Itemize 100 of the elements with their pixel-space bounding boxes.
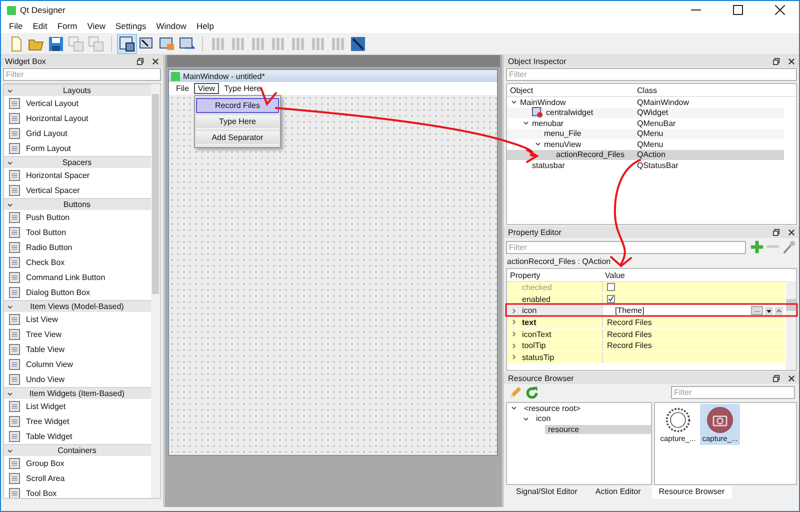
widget-item[interactable]: Column View [26,360,73,369]
widget-item[interactable]: Horizontal Layout [26,114,88,123]
chevron-icon[interactable] [523,416,529,422]
category-header[interactable]: Item Widgets (Item-Based) [4,387,151,399]
scrollbar[interactable] [786,281,796,370]
tab[interactable]: Resource Browser [652,486,732,499]
widget-item[interactable]: List View [26,315,58,324]
widget-icon [9,473,20,484]
reload-icon[interactable] [525,386,539,400]
widget-item[interactable]: Table View [26,345,65,354]
widget-item[interactable]: Tool Button [26,228,66,237]
category-header[interactable]: Containers [4,444,151,456]
object-name[interactable]: actionRecord_Files [556,150,624,160]
widget-item[interactable]: Table Widget [26,432,72,441]
chevron-icon[interactable] [511,405,517,412]
close-icon[interactable] [775,5,785,15]
chevron-icon[interactable] [511,319,517,326]
menu-item[interactable]: Add Separator [196,130,279,145]
property-value[interactable]: [Theme] [607,306,644,316]
filter-field[interactable]: Filter [3,68,161,81]
tab[interactable]: Action Editor [588,486,648,499]
tree-item[interactable]: icon [533,414,554,424]
category-header[interactable]: Buttons [4,198,151,210]
object-name[interactable]: menuView [544,140,582,149]
undock-icon[interactable] [137,58,144,64]
widget-item[interactable]: Horizontal Spacer [26,171,90,180]
maximize-icon[interactable] [733,5,743,15]
menu-item[interactable]: Window [151,21,192,31]
category-header[interactable]: Layouts [4,84,151,96]
tab[interactable]: Signal/Slot Editor [509,486,584,499]
object-name[interactable]: MainWindow [520,98,566,107]
menu-item[interactable]: Record Files [196,98,279,113]
chevron-icon[interactable] [511,342,517,349]
menu-item[interactable]: Form [52,21,82,31]
widget-icon [9,416,20,427]
menu-item[interactable]: View [82,21,110,31]
chevron-icon[interactable] [511,331,517,338]
widget-item[interactable]: Push Button [26,213,70,222]
menu-item[interactable]: Help [191,21,219,31]
widget-editing-icon[interactable] [118,34,136,52]
widget-item[interactable]: Tree View [26,330,62,339]
widget-item[interactable]: Scroll Area [26,474,65,483]
menu-item[interactable]: View [194,83,220,94]
property-value[interactable]: Record Files [607,330,652,339]
filter-field[interactable]: Filter [506,240,746,254]
widget-item[interactable]: Form Layout [26,144,71,153]
widget-item[interactable]: Vertical Layout [26,99,78,108]
dropdown-arrow-icon[interactable] [765,306,773,315]
close-icon[interactable] [788,58,795,64]
widget-item[interactable]: List Widget [26,402,66,411]
column-header[interactable]: Property [507,270,602,280]
menu-item[interactable]: File [4,21,28,31]
wrench-icon[interactable] [782,240,796,254]
column-header[interactable]: Value [602,270,625,280]
filter-field[interactable]: Filter [506,68,797,81]
object-name[interactable]: centralwidget [546,108,594,118]
widget-item[interactable]: Tool Box [26,489,57,498]
checkbox[interactable] [607,295,615,304]
close-icon[interactable] [788,228,795,236]
tree-item[interactable]: resource [545,424,651,434]
column-header[interactable]: Class [634,86,658,94]
close-icon[interactable] [152,58,159,64]
chevron-icon[interactable] [511,99,517,106]
resize-icon[interactable] [349,34,367,52]
widget-item[interactable]: Grid Layout [26,129,68,138]
widget-item[interactable]: Radio Button [26,243,72,252]
tag-icon[interactable] [158,34,176,52]
property-name: checked [522,282,552,292]
undock-icon[interactable] [773,374,780,382]
property-value[interactable]: Record Files [607,318,652,327]
chevron-icon[interactable] [535,141,541,148]
widget-item[interactable]: Group Box [26,459,64,468]
undock-icon[interactable] [773,228,780,236]
widget-item[interactable]: Vertical Spacer [26,186,80,195]
property-value[interactable]: Record Files [607,341,652,350]
menu-item[interactable]: Type Here [220,83,265,94]
tree-item[interactable]: <resource root> [521,404,584,413]
category-header[interactable]: Item Views (Model-Based) [4,300,151,312]
menu-item[interactable]: File [172,83,193,94]
widget-item[interactable]: Tree Widget [26,417,70,426]
menu-item[interactable]: Edit [28,21,52,31]
widget-item[interactable]: Command Link Button [26,273,106,282]
filter-field[interactable]: Filter [671,386,795,399]
widget-item[interactable]: Check Box [26,258,65,267]
chevron-icon[interactable] [511,354,517,360]
category-header[interactable]: Spacers [4,156,151,168]
undock-icon[interactable] [773,58,780,64]
widget-item[interactable]: Dialog Button Box [26,288,90,297]
object-name[interactable]: menubar [532,118,564,128]
scrollbar[interactable] [151,84,160,498]
chevron-icon[interactable] [523,120,529,126]
menu-item[interactable]: Type Here [196,114,279,129]
close-icon[interactable] [788,374,795,382]
reset-icon[interactable] [775,306,783,315]
object-name[interactable]: menu_File [544,129,582,138]
menu-item[interactable]: Settings [110,21,152,31]
object-name[interactable]: statusbar [532,160,565,170]
column-header[interactable]: Object [507,86,634,94]
widget-item[interactable]: Undo View [26,375,65,384]
chevron-icon[interactable] [511,308,517,314]
